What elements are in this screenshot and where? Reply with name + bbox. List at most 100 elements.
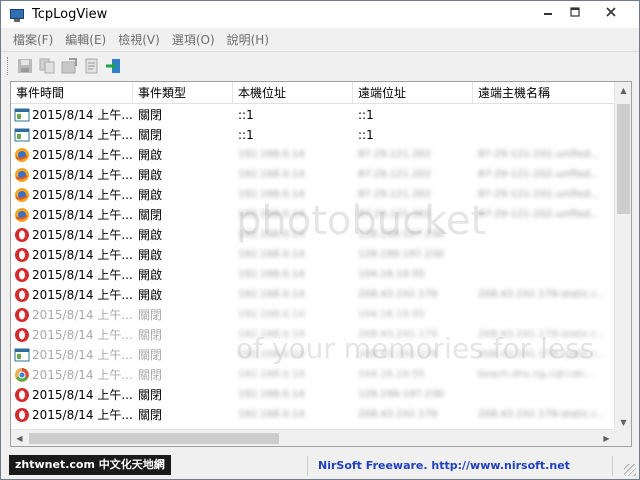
close-button[interactable] <box>588 2 633 22</box>
event-time-text: 2015/8/14 上午... <box>32 328 133 342</box>
cell-event-type: 開啟 <box>138 148 163 162</box>
toolbar <box>1 51 639 79</box>
cell-event-type: 關閉 <box>138 408 163 422</box>
cell-remote-address: 104.16.19.55 <box>358 269 425 280</box>
menu-view[interactable]: 檢視(V) <box>112 31 166 48</box>
cell-remote-address: 87.29.121.202 <box>358 149 432 160</box>
cell-event-type: 開啟 <box>138 168 163 182</box>
cell-remote-address: 128.199.197.230 <box>358 389 444 400</box>
table-row[interactable]: 2015/8/14 上午... 關閉 192.168.0.14 104.16.19.5… <box>11 305 615 325</box>
app-window: TcpLogView 檔案(F) 編輯(E) 檢視(V) 選項(O) 說明(H) <box>0 0 640 480</box>
vertical-scrollbar[interactable]: ▲ ▼ <box>614 82 631 431</box>
opera-icon <box>14 407 30 423</box>
menu-edit[interactable]: 編輯(E) <box>59 31 112 48</box>
cell-local-address: 192.168.0.14 <box>238 289 305 300</box>
vertical-scroll-thumb[interactable] <box>617 104 630 214</box>
menu-options[interactable]: 選項(O) <box>166 31 221 48</box>
app-icon <box>9 7 25 23</box>
cell-remote-host: 208.43.241.179-static.r... <box>478 289 605 300</box>
table-row[interactable]: 2015/8/14 上午... 關閉 192.168.0.14 208.43.241.… <box>11 345 615 365</box>
column-remote-host[interactable]: 遠端主機名稱 <box>473 82 615 104</box>
exit-button[interactable] <box>102 55 124 77</box>
table-row[interactable]: 2015/8/14 上午... 關閉 192.168.0.14 104.16.19.5… <box>11 365 615 385</box>
scroll-left-icon[interactable]: ◀ <box>11 430 28 446</box>
event-time-text: 2015/8/14 上午... <box>32 308 133 322</box>
cell-local-address: 192.168.0.14 <box>238 269 305 280</box>
table-row[interactable]: 2015/8/14 上午... 開啟 192.168.0.14 87.29.121.2… <box>11 185 615 205</box>
save-button[interactable] <box>14 55 36 77</box>
table-row[interactable]: 2015/8/14 上午... 開啟 192.168.0.14 87.29.121.2… <box>11 145 615 165</box>
cell-local-address: 192.168.0.14 <box>238 389 305 400</box>
scroll-right-icon[interactable]: ▶ <box>598 430 615 446</box>
nirsoft-link[interactable]: NirSoft Freeware. http://www.nirsoft.net <box>307 456 613 476</box>
column-event-type[interactable]: 事件類型 <box>133 82 233 104</box>
table-row[interactable]: 2015/8/14 上午... 關閉::1::1 <box>11 105 615 125</box>
html-report-button[interactable] <box>80 55 102 77</box>
cell-remote-host: 208.43.241.179-static.r... <box>478 409 605 420</box>
cell-local-address: 192.168.0.14 <box>238 409 305 420</box>
cell-event-time: 2015/8/14 上午... <box>11 345 133 365</box>
column-local-address[interactable]: 本機位址 <box>233 82 353 104</box>
table-row[interactable]: 2015/8/14 上午... 關閉 192.168.0.14 208.43.241.… <box>11 325 615 345</box>
opera-icon <box>14 307 30 323</box>
table-row[interactable]: 2015/8/14 上午... 關閉::1::1 <box>11 125 615 145</box>
chrome-icon <box>14 367 30 383</box>
menu-help[interactable]: 說明(H) <box>221 31 275 48</box>
list-header: 事件時間 事件類型 本機位址 遠端位址 遠端主機名稱 <box>11 82 615 104</box>
event-time-text: 2015/8/14 上午... <box>32 128 133 142</box>
firefox-icon <box>14 187 30 203</box>
event-time-text: 2015/8/14 上午... <box>32 168 133 182</box>
connection-list[interactable]: 事件時間 事件類型 本機位址 遠端位址 遠端主機名稱 2015/8/14 上午.… <box>10 81 632 447</box>
table-row[interactable]: 2015/8/14 上午... 關閉 192.168.0.14 208.43.241.… <box>11 405 615 425</box>
cell-event-type: 開啟 <box>138 288 163 302</box>
scroll-corner <box>614 429 631 446</box>
save-icon <box>18 58 32 73</box>
cell-remote-address: 104.16.19.55 <box>358 309 425 320</box>
cell-event-type: 關閉 <box>138 128 163 142</box>
title-bar[interactable]: TcpLogView <box>1 1 639 28</box>
site-badge: zhtwnet.com 中文化天地網 <box>9 454 171 475</box>
cell-remote-address: 104.16.19.55 <box>358 369 425 380</box>
table-row[interactable]: 2015/8/14 上午... 開啟 192.168.0.14 87.29.121.2… <box>11 165 615 185</box>
cell-remote-host <box>473 125 615 145</box>
cell-remote-address: 208.43.241.179 <box>358 329 438 340</box>
column-event-time[interactable]: 事件時間 <box>11 82 133 104</box>
toolbar-grip[interactable] <box>7 56 10 75</box>
menu-bar: 檔案(F) 編輯(E) 檢視(V) 選項(O) 說明(H) <box>1 29 639 50</box>
properties-button[interactable] <box>58 55 80 77</box>
cell-remote-address: 208.43.241.179 <box>358 349 438 360</box>
table-row[interactable]: 2015/8/14 上午... 關閉 192.168.0.14 128.199.197… <box>11 385 615 405</box>
horizontal-scroll-thumb[interactable] <box>29 433 279 444</box>
cell-event-time: 2015/8/14 上午... <box>11 105 133 125</box>
horizontal-scrollbar[interactable]: ◀ ▶ <box>11 429 615 446</box>
event-time-text: 2015/8/14 上午... <box>32 208 133 222</box>
copy-button[interactable] <box>36 55 58 77</box>
table-row[interactable]: 2015/8/14 上午... 開啟 192.168.0.14 104.16.19.5… <box>11 265 615 285</box>
table-row[interactable]: 2015/8/14 上午... 開啟 192.168.0.14 208.43.241.… <box>11 285 615 305</box>
table-row[interactable]: 2015/8/14 上午... 開啟 192.168.0.14 128.199.197… <box>11 225 615 245</box>
cell-remote-host <box>473 225 615 245</box>
opera-icon <box>14 387 30 403</box>
cell-event-type: 開啟 <box>138 268 163 282</box>
cell-remote-host <box>473 265 615 285</box>
copy-icon <box>39 58 55 73</box>
maximize-button[interactable] <box>561 2 588 22</box>
cell-remote-address: 87.29.121.202 <box>358 209 432 220</box>
cell-remote-address: ::1 <box>358 108 374 122</box>
cell-event-type: 關閉 <box>138 328 163 342</box>
column-remote-address[interactable]: 遠端位址 <box>353 82 473 104</box>
maximize-icon <box>569 7 580 17</box>
cell-local-address: 192.168.0.14 <box>238 169 305 180</box>
minimize-button[interactable] <box>534 2 561 22</box>
table-row[interactable]: 2015/8/14 上午... 開啟 192.168.0.14 128.199.197… <box>11 245 615 265</box>
scroll-up-icon[interactable]: ▲ <box>615 82 631 99</box>
event-time-text: 2015/8/14 上午... <box>32 148 133 162</box>
menu-file[interactable]: 檔案(F) <box>7 31 59 48</box>
cell-event-time: 2015/8/14 上午... <box>11 325 133 345</box>
table-row[interactable]: 2015/8/14 上午... 關閉 192.168.0.14 87.29.121.2… <box>11 205 615 225</box>
cell-event-time: 2015/8/14 上午... <box>11 225 133 245</box>
opera-icon <box>14 267 30 283</box>
exit-icon <box>106 58 120 73</box>
cell-local-address: 192.168.0.14 <box>238 309 305 320</box>
resize-grip[interactable] <box>624 464 636 476</box>
